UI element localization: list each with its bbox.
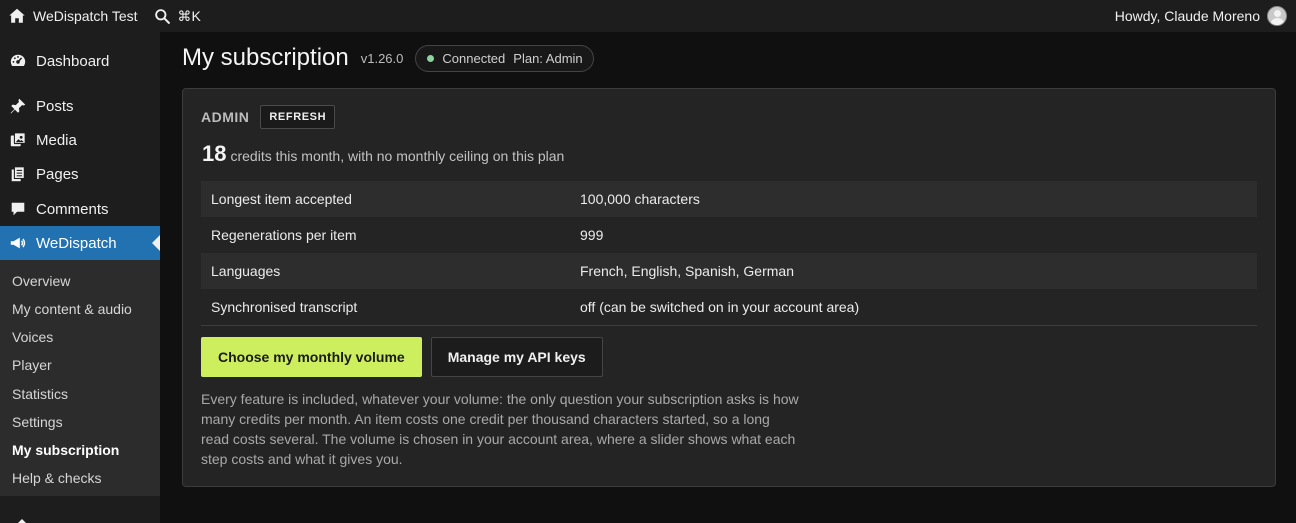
- media-icon: [8, 130, 28, 150]
- sidebar-item-posts[interactable]: Posts: [0, 89, 160, 123]
- plan-row: ADMIN REFRESH: [201, 105, 336, 129]
- howdy-text[interactable]: Howdy, Claude Moreno: [1115, 8, 1260, 24]
- active-indicator: [152, 235, 160, 251]
- version-label: v1.26.0: [360, 50, 404, 66]
- feature-value: 100,000 characters: [580, 191, 700, 207]
- table-row: Synchronised transcript off (can be swit…: [201, 289, 1257, 325]
- refresh-button[interactable]: REFRESH: [260, 105, 336, 129]
- page-header: My subscription v1.26.0 Connected Plan: …: [182, 44, 594, 72]
- search-shortcut[interactable]: ⌘K: [178, 8, 201, 25]
- submenu-item-player[interactable]: Player: [12, 357, 52, 373]
- feature-value: 999: [580, 227, 604, 243]
- sidebar-item-label: Posts: [36, 97, 74, 115]
- pin-icon: [8, 96, 28, 116]
- manage-api-keys-button[interactable]: Manage my API keys: [430, 337, 603, 377]
- feature-label: Synchronised transcript: [211, 299, 358, 315]
- megaphone-icon: [8, 233, 28, 253]
- submenu-item-overview[interactable]: Overview: [12, 273, 70, 289]
- feature-value: French, English, Spanish, German: [580, 263, 794, 279]
- sidebar-item-wedispatch[interactable]: WeDispatch: [0, 226, 160, 260]
- sidebar-item-label: Pages: [36, 165, 79, 183]
- feature-label: Languages: [211, 263, 281, 279]
- table-row: Regenerations per item 999: [201, 217, 1257, 253]
- plan-name: ADMIN: [201, 109, 250, 125]
- page-title: My subscription: [182, 44, 349, 71]
- avatar[interactable]: [1267, 6, 1287, 26]
- sidebar-item-partial[interactable]: [0, 512, 160, 523]
- submenu-item-my-subscription[interactable]: My subscription: [12, 442, 119, 458]
- site-name-link[interactable]: WeDispatch Test: [33, 8, 138, 24]
- account-menu[interactable]: Howdy, Claude Moreno: [1115, 0, 1287, 32]
- appearance-icon: [8, 517, 28, 523]
- credits-description: credits this month, with no monthly ceil…: [230, 148, 565, 164]
- credits-summary: 18 credits this month, with no monthly c…: [202, 141, 564, 167]
- feature-table: Longest item accepted 100,000 characters…: [201, 181, 1257, 325]
- pages-icon: [8, 164, 28, 184]
- submenu-item-settings[interactable]: Settings: [12, 414, 63, 430]
- sidebar-item-comments[interactable]: Comments: [0, 192, 160, 226]
- feature-value: off (can be switched on in your account …: [580, 299, 860, 315]
- admin-bar: WeDispatch Test ⌘K Howdy, Claude Moreno: [0, 0, 1296, 32]
- sidebar-item-label: WeDispatch: [36, 234, 117, 252]
- sidebar-item-media[interactable]: Media: [0, 123, 160, 157]
- submenu-item-statistics[interactable]: Statistics: [12, 386, 68, 402]
- sidebar-item-label: Comments: [36, 200, 109, 218]
- sidebar-item-label: Media: [36, 131, 77, 149]
- admin-sidebar: Dashboard Posts Media Pages Comments WeD…: [0, 32, 160, 523]
- status-badge: Connected Plan: Admin: [415, 44, 594, 72]
- submenu-item-help-checks[interactable]: Help & checks: [12, 470, 101, 486]
- wedispatch-submenu: Overview My content & audio Voices Playe…: [0, 260, 160, 496]
- subscription-card: ADMIN REFRESH 18 credits this month, wit…: [182, 88, 1276, 487]
- sidebar-item-dashboard[interactable]: Dashboard: [0, 44, 160, 78]
- status-dot-icon: [427, 54, 435, 62]
- comment-icon: [8, 199, 28, 219]
- submenu-item-content-audio[interactable]: My content & audio: [12, 301, 132, 317]
- feature-label: Regenerations per item: [211, 227, 357, 243]
- choose-monthly-volume-button[interactable]: Choose my monthly volume: [201, 337, 422, 377]
- sidebar-item-label: Dashboard: [36, 52, 110, 70]
- sidebar-item-pages[interactable]: Pages: [0, 157, 160, 191]
- connection-status: Connected: [442, 50, 506, 66]
- table-row: Longest item accepted 100,000 characters: [201, 181, 1257, 217]
- search-icon[interactable]: [154, 8, 171, 25]
- table-row: Languages French, English, Spanish, Germ…: [201, 253, 1257, 289]
- action-buttons: Choose my monthly volume Manage my API k…: [201, 337, 603, 377]
- subscription-explanation: Every feature is included, whatever your…: [201, 391, 799, 467]
- divider: [201, 325, 1257, 326]
- submenu-item-voices[interactable]: Voices: [12, 329, 53, 345]
- plan-status: Plan: Admin: [513, 50, 583, 66]
- credits-count: 18: [202, 141, 227, 166]
- home-icon[interactable]: [8, 7, 26, 25]
- dashboard-icon: [8, 51, 28, 71]
- feature-label: Longest item accepted: [211, 191, 352, 207]
